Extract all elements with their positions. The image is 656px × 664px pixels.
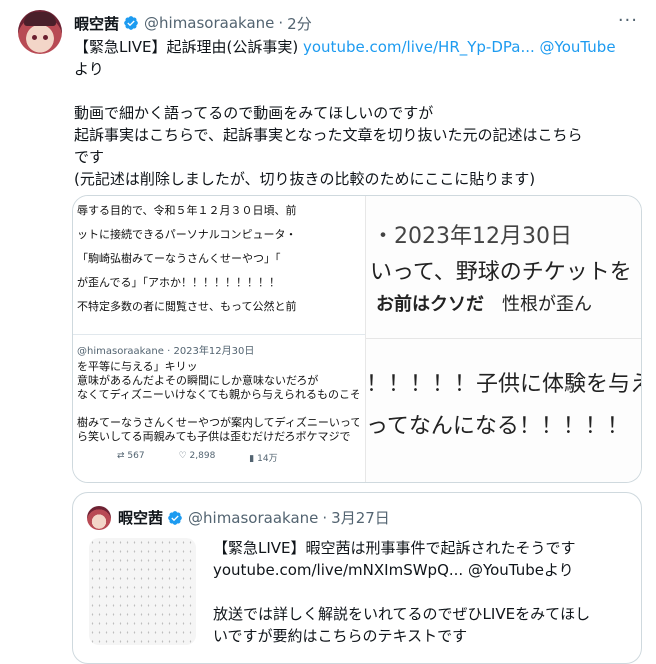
original-post-date: ・2023年12月30日	[372, 224, 572, 249]
retweet-icon: ⇄	[117, 451, 128, 461]
excerpt-line: ットに接続できるパーソナルコンピュータ・	[77, 228, 297, 241]
more-options-icon[interactable]: ···	[618, 10, 638, 31]
original-post-line: ！！！！！子供に体験を与え	[366, 372, 642, 397]
verified-badge-icon	[168, 510, 182, 525]
excerpt-line: 辱する目的で、令和５年１２月３０日頃、前	[77, 204, 297, 217]
quoted-media-thumbnail	[89, 538, 196, 645]
tweet-line-3: 動画で細かく語ってるので動画をみてほしいのですが	[74, 104, 434, 122]
embedded-line: ら笑いしてる両親みても子供は歪むだけだろボケマジで	[77, 430, 351, 443]
avatar-hat	[24, 12, 56, 26]
embedded-line: を平等に与える」キリッ	[77, 360, 198, 373]
excerpt-line: 不特定多数の者に閲覧させ、もって公然と前	[77, 300, 297, 313]
tweet-text: 【緊急LIVE】起訴理由(公訴事実) youtube.com/live/HR_Y…	[74, 36, 640, 190]
youtube-link[interactable]: youtube.com/live/HR_Yp-DPa...	[303, 38, 535, 56]
embedded-line: 意味があるんだよその瞬間にしか意味ないだろが	[77, 374, 319, 387]
youtube-mention[interactable]: @YouTube	[535, 38, 616, 56]
tweet-line-5: です	[74, 148, 105, 166]
media-image-left[interactable]: 辱する目的で、令和５年１２月３０日頃、前 ットに接続できるパーソナルコンピュータ…	[73, 196, 366, 482]
original-post-line: ってなんになる！！！！！	[366, 414, 629, 439]
author-avatar[interactable]	[18, 10, 62, 54]
tweet-line-1: 【緊急LIVE】起訴理由(公訴事実) youtube.com/live/HR_Y…	[74, 36, 640, 58]
tweet-time[interactable]: 2分	[287, 13, 312, 34]
quoted-author-avatar	[87, 506, 111, 530]
view-count: 14万	[257, 454, 278, 464]
media-divider	[366, 338, 641, 339]
verified-badge-icon[interactable]	[123, 15, 139, 31]
like-count: 2,898	[189, 451, 216, 461]
quoted-tweet-date: 3月27日	[331, 509, 390, 527]
tweet-line-6: (元記述は削除しましたが、切り抜きの比較のためにここに貼ります)	[74, 170, 536, 188]
like-stat: ♡ 2,898	[179, 451, 216, 464]
tweet-media[interactable]: 辱する目的で、令和５年１２月３０日頃、前 ットに接続できるパーソナルコンピュータ…	[72, 195, 642, 483]
embedded-line: なくてディズニーいけなくても親から与えられるものこそ	[77, 388, 359, 401]
tweet-header: 暇空茜 @himasoraakane · 2分	[74, 11, 636, 35]
author-handle[interactable]: @himasoraakane	[144, 14, 274, 32]
original-post-bold: お前はクソだ	[376, 294, 484, 315]
quoted-line-2: youtube.com/live/mNXImSWpQ... @YouTubeより	[213, 561, 574, 579]
header-separator: ·	[278, 14, 284, 32]
avatar-eye-left	[32, 35, 37, 40]
quoted-line-4: いですが要約はこちらのテキストです	[213, 627, 468, 645]
quoted-author-handle: @himasoraakane	[188, 508, 319, 527]
author-name[interactable]: 暇空茜	[74, 13, 119, 34]
tweet-line-2: より	[74, 60, 104, 78]
quoted-tweet-text: 【緊急LIVE】暇空茜は刑事事件で起訴されたそうです youtube.com/l…	[213, 537, 633, 647]
quoted-tweet-header: 暇空茜 @himasoraakane · 3月27日	[118, 507, 390, 528]
tweet-line-1-prefix: 【緊急LIVE】起訴理由(公訴事実)	[74, 38, 303, 56]
retweet-stat: ⇄ 567	[117, 451, 145, 464]
quoted-header-separator: ·	[322, 508, 328, 527]
tweet-blank-line	[74, 80, 640, 102]
quoted-line-3: 放送では詳しく解説をいれてるのでぜひLIVEをみてほし	[213, 605, 591, 623]
tweet-line-4: 起訴事実はこちらで、起訴事実となった文章を切り抜いた元の記述はこちら	[74, 126, 583, 144]
heart-icon: ♡	[178, 451, 190, 461]
original-post-rest: 性根が歪ん	[484, 294, 592, 315]
excerpt-line: 「駒崎弘樹みてーなうさんくせーやつ」「	[77, 252, 281, 265]
avatar-eye-right	[43, 35, 48, 40]
quoted-line-1: 【緊急LIVE】暇空茜は刑事事件で起訴されたそうです	[213, 539, 576, 557]
quoted-author-name: 暇空茜	[118, 509, 164, 527]
quoted-blank-line	[213, 581, 633, 603]
original-post-line: お前はクソだ 性根が歪ん	[376, 290, 592, 316]
embedded-tweet-handle: @himasoraakane · 2023年12月30日	[77, 346, 255, 357]
embedded-tweet-stats: ⇄ 567 ♡ 2,898 ▮ 14万	[117, 451, 278, 464]
media-image-right[interactable]: ・2023年12月30日 いって、野球のチケットを お前はクソだ 性根が歪ん ！…	[366, 196, 641, 482]
media-divider	[73, 334, 365, 335]
original-post-line: いって、野球のチケットを	[370, 260, 632, 285]
view-stat: ▮ 14万	[249, 451, 277, 464]
embedded-line: 樹みてーなうさんくせーやつが案内してディズニーいって	[77, 416, 359, 429]
excerpt-line: が歪んでる」「アホか！！！！！！！！！	[77, 276, 280, 289]
retweet-count: 567	[127, 451, 145, 461]
quoted-tweet[interactable]: 暇空茜 @himasoraakane · 3月27日 【緊急LIVE】暇空茜は刑…	[72, 492, 642, 664]
bar-chart-icon: ▮	[249, 454, 258, 464]
